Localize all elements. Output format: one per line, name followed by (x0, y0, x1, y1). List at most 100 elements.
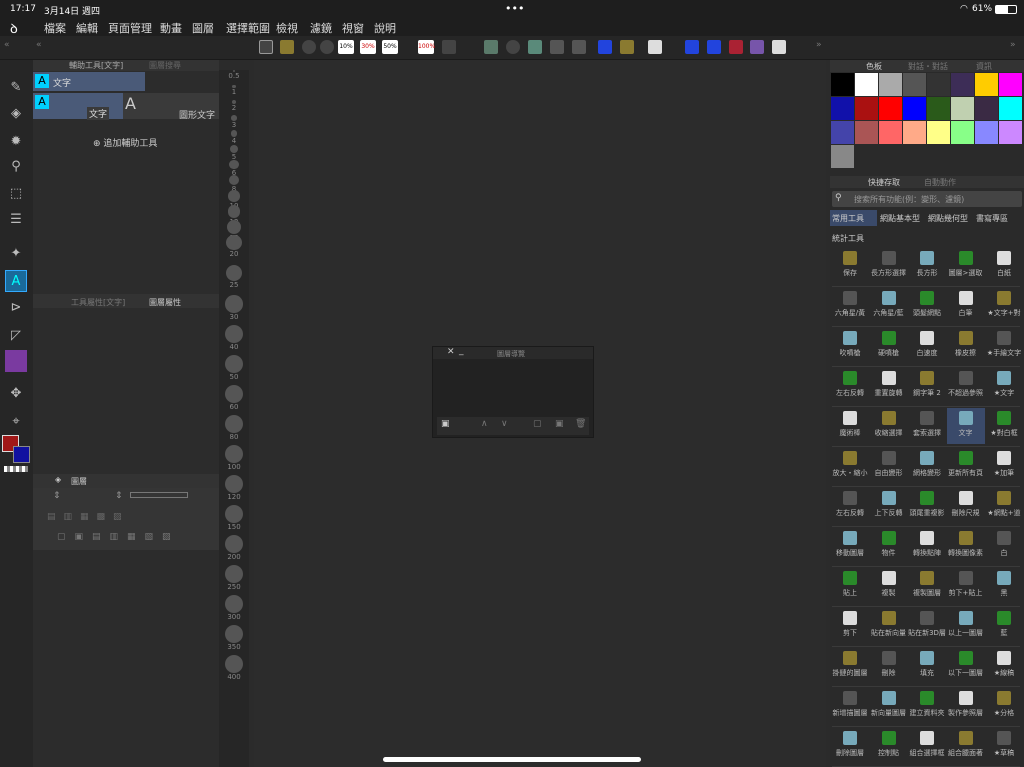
color-swatch[interactable] (855, 97, 878, 120)
brush-size-item[interactable]: 30 (219, 295, 249, 325)
command-button[interactable]: 製作參照層 (947, 688, 985, 724)
command-button[interactable]: 物件 (870, 528, 908, 564)
command-button[interactable]: ★分格 (985, 688, 1023, 724)
command-button[interactable]: 放大・縮小 (831, 448, 869, 484)
menu-view[interactable]: 檢視 (276, 20, 298, 36)
brush-size-item[interactable]: 250 (219, 565, 249, 595)
brush-size-item[interactable]: 3 (219, 115, 249, 130)
brush-blue-2-icon[interactable] (707, 40, 721, 54)
sparkle-tool-icon[interactable]: ✦ (5, 242, 27, 264)
menu-selection[interactable]: 選擇範圍 (226, 20, 270, 36)
merge-icon[interactable]: ▣ (555, 419, 564, 429)
command-button[interactable]: ★網點+道 (985, 488, 1023, 524)
command-button[interactable]: 轉換點陣 (908, 528, 946, 564)
ruler-tool-icon[interactable]: ☰ (5, 208, 27, 230)
command-button[interactable]: 不超過參照 (947, 368, 985, 404)
frame-tool-icon[interactable]: ◸ (5, 324, 27, 346)
brush-size-item[interactable]: 100 (219, 445, 249, 475)
command-button[interactable]: 刪除 (870, 648, 908, 684)
brush-size-item[interactable]: 350 (219, 625, 249, 655)
brush-size-item[interactable]: 12 (219, 205, 249, 226)
command-button[interactable]: 剪下 (831, 608, 869, 644)
command-button[interactable]: 網格變形 (908, 448, 946, 484)
delete-icon[interactable]: 🗑 (575, 419, 586, 429)
flip-icon[interactable] (528, 40, 542, 54)
command-button[interactable]: 複製圖層 (908, 568, 946, 604)
zoom-10-button[interactable]: 10% (338, 40, 354, 54)
eyedropper-tool-icon[interactable]: ⚲ (5, 155, 27, 177)
command-button[interactable]: 自由變形 (870, 448, 908, 484)
clip-studio-icon[interactable] (259, 40, 273, 54)
tab-writing[interactable]: 書寫專區 (974, 210, 1024, 226)
command-button[interactable]: 白速度 (908, 328, 946, 364)
text-tool-icon[interactable]: A (5, 270, 27, 292)
brush-size-item[interactable]: 6 (219, 160, 249, 177)
object-tool-icon[interactable]: ⌖ (5, 410, 27, 432)
command-button[interactable]: 收縮選擇 (870, 408, 908, 444)
sub-color-swatch[interactable] (13, 446, 30, 463)
brush-size-item[interactable]: 10 (219, 190, 249, 210)
home-indicator[interactable] (383, 757, 641, 762)
move-down-icon[interactable]: ∨ (501, 419, 508, 429)
app-logo-icon[interactable]: ꝺ (10, 19, 18, 37)
command-button[interactable]: ★線稿 (985, 648, 1023, 684)
brush-size-item[interactable]: 25 (219, 265, 249, 295)
layer-search-tab[interactable]: 圖層搜尋 (149, 60, 181, 71)
color-swatch[interactable] (927, 97, 950, 120)
command-button[interactable]: 更新所有頁 (947, 448, 985, 484)
command-button[interactable]: 組合選擇框 (908, 728, 946, 764)
command-button[interactable]: 硬噴槍 (870, 328, 908, 364)
color-swatch[interactable] (879, 97, 902, 120)
color-swatch[interactable] (831, 121, 854, 144)
fit-icon[interactable] (572, 40, 586, 54)
save-icon[interactable] (280, 40, 294, 54)
transform-icon[interactable] (550, 40, 564, 54)
command-search-input[interactable]: ⚲ 搜索所有功能(例：變形、濾鏡) (832, 191, 1022, 207)
layer-yellow-icon[interactable] (620, 40, 634, 54)
brush-size-item[interactable]: 60 (219, 385, 249, 415)
pen-tool-icon[interactable]: ✎ (5, 76, 27, 98)
collapse-far-right-icon[interactable]: » (1010, 40, 1016, 50)
color-swatch[interactable] (903, 121, 926, 144)
command-button[interactable]: 頭尾重複影 (908, 488, 946, 524)
brush-size-item[interactable]: 300 (219, 595, 249, 625)
command-button[interactable]: 新向量圖層 (870, 688, 908, 724)
command-button[interactable]: 刪除尺規 (947, 488, 985, 524)
command-button[interactable]: 保存 (831, 248, 869, 284)
color-swatch[interactable] (855, 73, 878, 96)
opacity-slider[interactable] (130, 492, 188, 498)
color-swatch[interactable] (975, 73, 998, 96)
command-button[interactable]: 組合臘面著 (947, 728, 985, 764)
command-button[interactable]: 貼在新向量 (870, 608, 908, 644)
command-button[interactable]: ★草稿 (985, 728, 1023, 764)
command-button[interactable]: ★文字 (985, 368, 1023, 404)
command-button[interactable]: 白 (985, 528, 1023, 564)
balloon-tool-icon[interactable]: ⊳ (5, 296, 27, 318)
color-swatch[interactable] (951, 73, 974, 96)
redo-icon[interactable] (320, 40, 334, 54)
new-layer-icon[interactable]: ▣ (441, 419, 450, 429)
command-button[interactable]: 移動圖層 (831, 528, 869, 564)
command-button[interactable]: 貼上 (831, 568, 869, 604)
copy-icon[interactable]: ▢ (533, 419, 542, 429)
command-button[interactable]: 魔術棒 (831, 408, 869, 444)
move-tool-icon[interactable]: ✥ (5, 382, 27, 404)
color-swatch[interactable] (903, 97, 926, 120)
command-button[interactable]: 左右反轉 (831, 488, 869, 524)
brush-size-item[interactable]: 2 (219, 100, 249, 115)
command-button[interactable]: 轉換圖像素 (947, 528, 985, 564)
command-button[interactable]: 左右反轉 (831, 368, 869, 404)
color-swatch[interactable] (927, 121, 950, 144)
info-tab[interactable]: 資訊 (976, 61, 992, 72)
subtool-item-text[interactable]: A 文字 (33, 93, 123, 120)
menu-window[interactable]: 視窗 (342, 20, 364, 36)
eraser-red-icon[interactable] (729, 40, 743, 54)
pen-blue-icon[interactable] (598, 40, 612, 54)
minimize-icon[interactable]: _ (459, 346, 464, 356)
quick-access-tab[interactable]: 快捷存取 (868, 177, 900, 188)
multitask-dots[interactable]: ••• (505, 2, 524, 15)
brush-size-item[interactable]: 150 (219, 505, 249, 535)
menu-help[interactable]: 說明 (374, 20, 396, 36)
fill-tool-icon[interactable]: ◈ (5, 102, 27, 124)
decoration-tool-icon[interactable]: ✹ (5, 130, 27, 152)
